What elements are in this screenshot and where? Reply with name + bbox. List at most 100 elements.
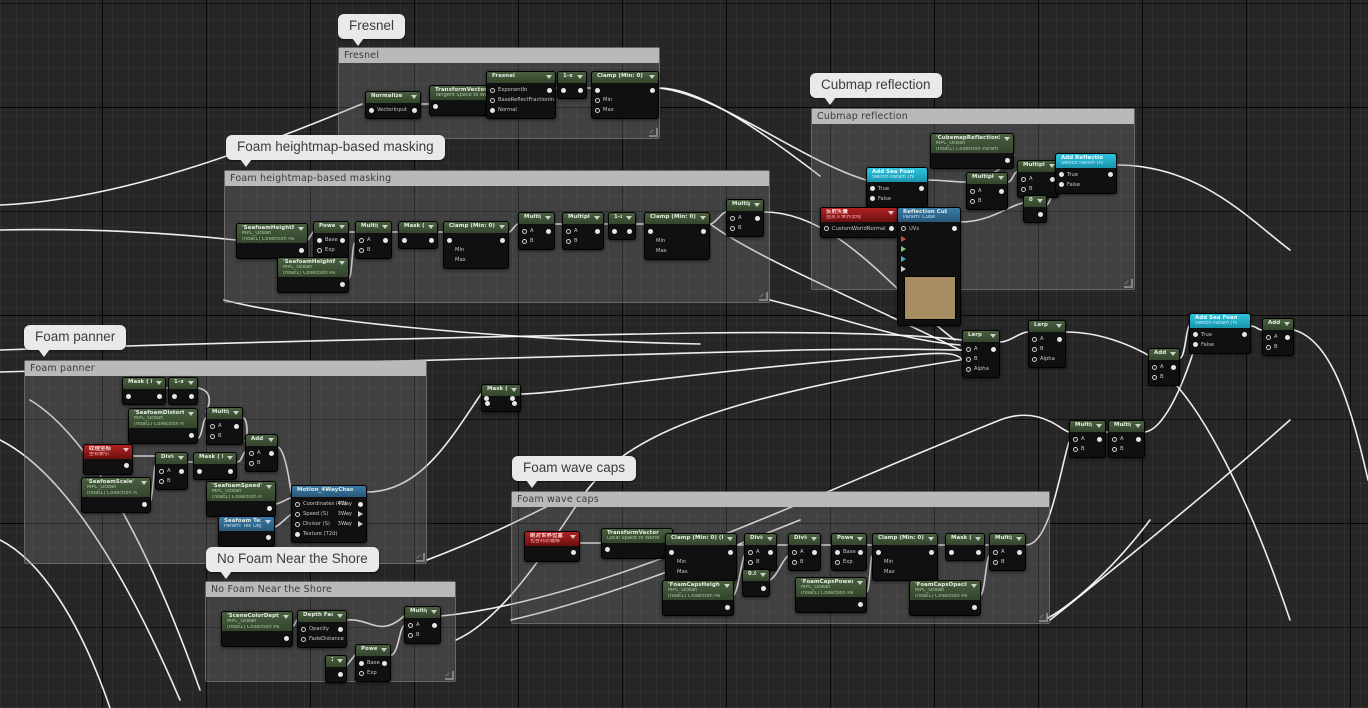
node-header[interactable]: 'FoamCapsHeight' MPC_Ocean (float1) Collec… (663, 581, 733, 601)
node-header[interactable]: Mask ( R G ) (123, 378, 165, 389)
node-pin-row[interactable]: B (967, 196, 1007, 206)
chevron-down-icon[interactable] (545, 216, 551, 220)
input-pin[interactable] (1021, 176, 1026, 182)
input-pin[interactable] (595, 97, 600, 103)
node-header[interactable]: Clamp (Min: 0) (Max: 1) (645, 213, 709, 224)
graph-node[interactable]: 1-x (168, 377, 198, 405)
input-pin[interactable] (1266, 344, 1271, 350)
input-pin[interactable] (605, 547, 610, 553)
input-pin[interactable] (1152, 374, 1157, 380)
comment-resize-handle[interactable] (1039, 613, 1048, 622)
node-pin-row[interactable]: B (246, 458, 277, 468)
input-pin[interactable] (126, 393, 131, 399)
graph-node[interactable]: 'SeafoamDistortion'MPC_Ocean(float1) Col… (128, 408, 198, 445)
input-pin[interactable] (792, 559, 797, 565)
node-graph-canvas[interactable]: Fresnel Cubmap reflection Foam heightmap-b… (0, 0, 1368, 708)
node-pin-row[interactable] (898, 234, 960, 244)
input-pin[interactable] (1021, 186, 1026, 192)
node-header[interactable]: 1-x (558, 72, 586, 83)
comment-resize-handle[interactable] (649, 128, 658, 137)
output-pin[interactable] (234, 423, 239, 429)
graph-node[interactable]: 1-x (608, 212, 636, 240)
output-pin[interactable] (889, 226, 894, 232)
node-pin-row[interactable]: FadeDistance (298, 634, 346, 644)
graph-node[interactable]: 'FoamCapsPower' MPC_Ocean (float1) Collect… (795, 577, 867, 614)
output-pin[interactable] (340, 237, 345, 243)
input-pin[interactable] (1032, 336, 1037, 342)
input-pin[interactable] (295, 511, 300, 517)
node-pin-row[interactable]: B (356, 245, 391, 255)
input-pin[interactable] (159, 468, 164, 474)
node-pin-row[interactable]: B (1263, 342, 1293, 352)
node-header[interactable]: 'FoamCapsPower' MPC_Ocean (float1) Collect… (796, 578, 866, 598)
node-header[interactable]: 'SeafoamSpeed' MPC_Ocean (float1) Collecti… (207, 482, 275, 502)
node-header[interactable]: Lerp (1029, 321, 1065, 332)
output-pin[interactable] (1136, 436, 1141, 442)
node-header[interactable]: 'SceneColorDepthFade'MPC_Ocean(float1) C… (222, 612, 292, 632)
output-pin[interactable] (340, 282, 345, 288)
node-pin-row[interactable] (898, 264, 960, 274)
node-pin-row[interactable] (910, 602, 980, 612)
input-pin[interactable] (490, 107, 495, 113)
output-pin[interactable] (547, 87, 552, 93)
node-header[interactable]: Lerp (963, 331, 999, 342)
node-pin-row[interactable] (898, 244, 960, 254)
node-pin-row[interactable]: B (1149, 372, 1179, 382)
node-header[interactable]: Divide (156, 453, 187, 464)
output-pin[interactable] (429, 237, 434, 243)
node-pin-row[interactable] (237, 245, 307, 255)
input-pin[interactable] (730, 225, 735, 231)
node-pin-row[interactable]: Alpha (1029, 354, 1065, 364)
node-pin-row[interactable] (873, 547, 937, 557)
output-pin[interactable] (266, 535, 271, 541)
node-header[interactable]: 1-x (169, 378, 197, 389)
output-pin[interactable] (858, 549, 863, 555)
input-pin[interactable] (408, 632, 413, 638)
output-pin[interactable] (267, 506, 272, 512)
chevron-down-icon[interactable] (727, 537, 733, 541)
graph-node[interactable]: Reflection CubmapParam: Cube UVs (897, 207, 961, 326)
chevron-down-icon[interactable] (649, 75, 655, 79)
node-header[interactable]: 反射矢量 自定义世界法线 (821, 208, 897, 222)
node-pin-row[interactable]: Texture (T2d) (292, 529, 366, 539)
graph-node[interactable]: Depth Fade Opacity FadeDistance (297, 610, 347, 648)
graph-node[interactable]: Mask ( R ) (945, 533, 985, 561)
chevron-down-icon[interactable] (188, 381, 194, 385)
input-pin[interactable] (1266, 334, 1271, 340)
input-pin[interactable] (949, 549, 954, 555)
node-pin-row[interactable]: ExponentIn (487, 85, 555, 95)
output-pin[interactable] (299, 248, 304, 254)
node-pin-row[interactable] (558, 85, 586, 95)
node-pin-row[interactable]: CustomWorldNormal (821, 224, 897, 234)
comment-resize-handle[interactable] (416, 553, 425, 562)
node-header[interactable]: Divide (745, 534, 776, 545)
output-pin[interactable] (571, 550, 576, 556)
node-header[interactable]: Seafoam TextureParam: Tex Object (219, 517, 274, 531)
chevron-down-icon[interactable] (1170, 352, 1176, 356)
output-pin[interactable] (284, 636, 289, 642)
input-pin[interactable] (1032, 346, 1037, 352)
node-pin-row[interactable]: UVs (898, 224, 960, 234)
input-pin[interactable] (1073, 446, 1078, 452)
chevron-down-icon[interactable] (339, 225, 345, 229)
node-pin-row[interactable]: B (1029, 344, 1065, 354)
output-pin[interactable] (1108, 172, 1113, 178)
node-header[interactable]: Multiply (727, 200, 763, 211)
input-pin[interactable] (159, 478, 164, 484)
graph-node[interactable]: Multiply AB (1108, 420, 1145, 458)
node-header[interactable]: Mask ( R ) (399, 222, 437, 233)
node-pin-row[interactable] (609, 226, 635, 236)
output-arrow-pin[interactable] (901, 265, 906, 272)
graph-node[interactable]: Add Sea FoamSwitch Param (False) True Fals… (866, 167, 928, 208)
node-pin-row[interactable] (666, 547, 736, 557)
input-pin[interactable] (522, 228, 527, 234)
output-pin[interactable] (919, 186, 924, 192)
input-pin[interactable] (317, 237, 322, 243)
graph-node[interactable]: Clamp (Min: 0) (Max: 1) Min Max (443, 221, 509, 269)
node-pin-row[interactable]: B (990, 557, 1025, 567)
node-pin-row[interactable]: A (963, 344, 999, 354)
graph-node[interactable]: Mask ( R G ) (193, 452, 237, 480)
chevron-down-icon[interactable] (857, 537, 863, 541)
node-pin-row[interactable]: A (967, 186, 1007, 196)
chevron-down-icon[interactable] (337, 614, 343, 618)
